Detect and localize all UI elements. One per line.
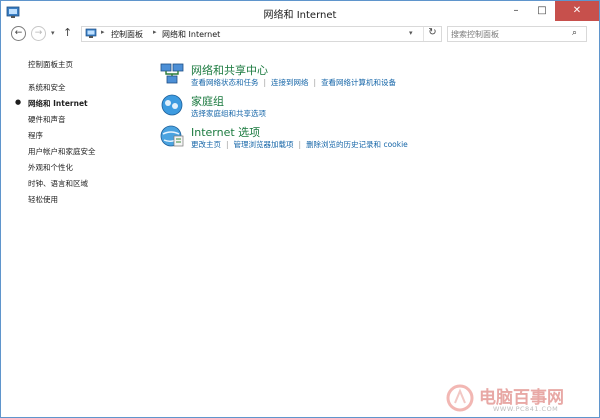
sidebar-item-user-accounts[interactable]: 用户帐户和家庭安全 xyxy=(28,146,96,157)
sidebar-item-ease-of-access[interactable]: 轻松使用 xyxy=(28,194,58,205)
up-button[interactable]: ↑ xyxy=(63,26,72,39)
internet-options-icon xyxy=(160,125,184,147)
watermark-url: WWW.PC841.COM xyxy=(493,405,559,413)
category-homegroup: 家庭组 选择家庭组和共享选项 xyxy=(159,93,589,121)
link-separator: | xyxy=(313,78,317,87)
link-change-homepage[interactable]: 更改主页 xyxy=(191,139,221,150)
address-bar[interactable]: ▸ 控制面板 ▸ 网络和 Internet ▾ ↻ xyxy=(81,26,442,42)
sidebar-item-network-internet[interactable]: 网络和 Internet xyxy=(28,98,88,109)
navigation-bar: ← → ▾ ↑ ▸ 控制面板 ▸ 网络和 Internet ▾ ↻ ⌕ xyxy=(1,23,599,45)
refresh-button[interactable]: ↻ xyxy=(423,27,441,41)
sidebar-item-clock-region[interactable]: 时钟、语言和区域 xyxy=(28,178,88,189)
category-network-sharing: 网络和共享中心 查看网络状态和任务 | 连接到网络 | 查看网络计算机和设备 xyxy=(159,62,589,90)
title-bar: 网络和 Internet – □ ✕ xyxy=(1,1,599,23)
link-delete-browsing-history[interactable]: 删除浏览的历史记录和 cookie xyxy=(306,139,408,150)
category-links: 选择家庭组和共享选项 xyxy=(191,108,266,119)
back-button[interactable]: ← xyxy=(11,26,26,41)
breadcrumb-network-internet[interactable]: 网络和 Internet xyxy=(162,29,220,40)
search-input[interactable] xyxy=(451,28,569,40)
search-box[interactable]: ⌕ xyxy=(447,26,587,42)
link-view-network-computers[interactable]: 查看网络计算机和设备 xyxy=(321,77,396,88)
recent-locations-button[interactable]: ▾ xyxy=(51,29,55,37)
watermark-logo-icon xyxy=(446,384,474,412)
category-links: 更改主页 | 管理浏览器加载项 | 删除浏览的历史记录和 cookie xyxy=(191,139,408,150)
breadcrumb-control-panel[interactable]: 控制面板 xyxy=(111,29,143,40)
category-title[interactable]: 家庭组 xyxy=(191,93,224,109)
sidebar: 控制面板主页 系统和安全 ● 网络和 Internet 硬件和声音 程序 用户帐… xyxy=(1,45,151,345)
minimize-button[interactable]: – xyxy=(503,1,529,21)
watermark: 电脑百事网 WWW.PC841.COM xyxy=(445,381,597,417)
link-connect-to-network[interactable]: 连接到网络 xyxy=(271,77,309,88)
link-homegroup-sharing-options[interactable]: 选择家庭组和共享选项 xyxy=(191,108,266,119)
control-panel-window: 网络和 Internet – □ ✕ ← → ▾ ↑ ▸ 控制面板 ▸ 网络和 … xyxy=(0,0,600,418)
network-icon xyxy=(160,63,184,84)
address-dropdown-icon[interactable]: ▾ xyxy=(409,29,413,37)
link-view-network-status[interactable]: 查看网络状态和任务 xyxy=(191,77,259,88)
sidebar-item-appearance[interactable]: 外观和个性化 xyxy=(28,162,73,173)
search-icon[interactable]: ⌕ xyxy=(572,28,577,38)
sidebar-item-control-panel-home[interactable]: 控制面板主页 xyxy=(28,59,73,70)
category-title[interactable]: Internet 选项 xyxy=(191,124,260,140)
close-button[interactable]: ✕ xyxy=(555,1,599,21)
category-internet-options: Internet 选项 更改主页 | 管理浏览器加载项 | 删除浏览的历史记录和 coo… xyxy=(159,124,589,152)
homegroup-icon xyxy=(161,94,183,116)
link-separator: | xyxy=(226,140,229,149)
breadcrumb-separator[interactable]: ▸ xyxy=(153,28,157,36)
control-panel-icon xyxy=(85,28,97,38)
link-separator: | xyxy=(263,78,267,87)
active-bullet-icon: ● xyxy=(15,98,22,106)
sidebar-item-system-security[interactable]: 系统和安全 xyxy=(28,82,66,93)
forward-button[interactable]: → xyxy=(31,26,46,41)
sidebar-item-programs[interactable]: 程序 xyxy=(28,130,43,141)
category-title[interactable]: 网络和共享中心 xyxy=(191,62,268,78)
category-links: 查看网络状态和任务 | 连接到网络 | 查看网络计算机和设备 xyxy=(191,77,396,88)
sidebar-item-hardware-sound[interactable]: 硬件和声音 xyxy=(28,114,66,125)
maximize-button[interactable]: □ xyxy=(529,1,555,21)
link-separator: | xyxy=(298,140,302,149)
breadcrumb-separator[interactable]: ▸ xyxy=(101,28,105,36)
link-manage-addons[interactable]: 管理浏览器加载项 xyxy=(234,139,294,150)
